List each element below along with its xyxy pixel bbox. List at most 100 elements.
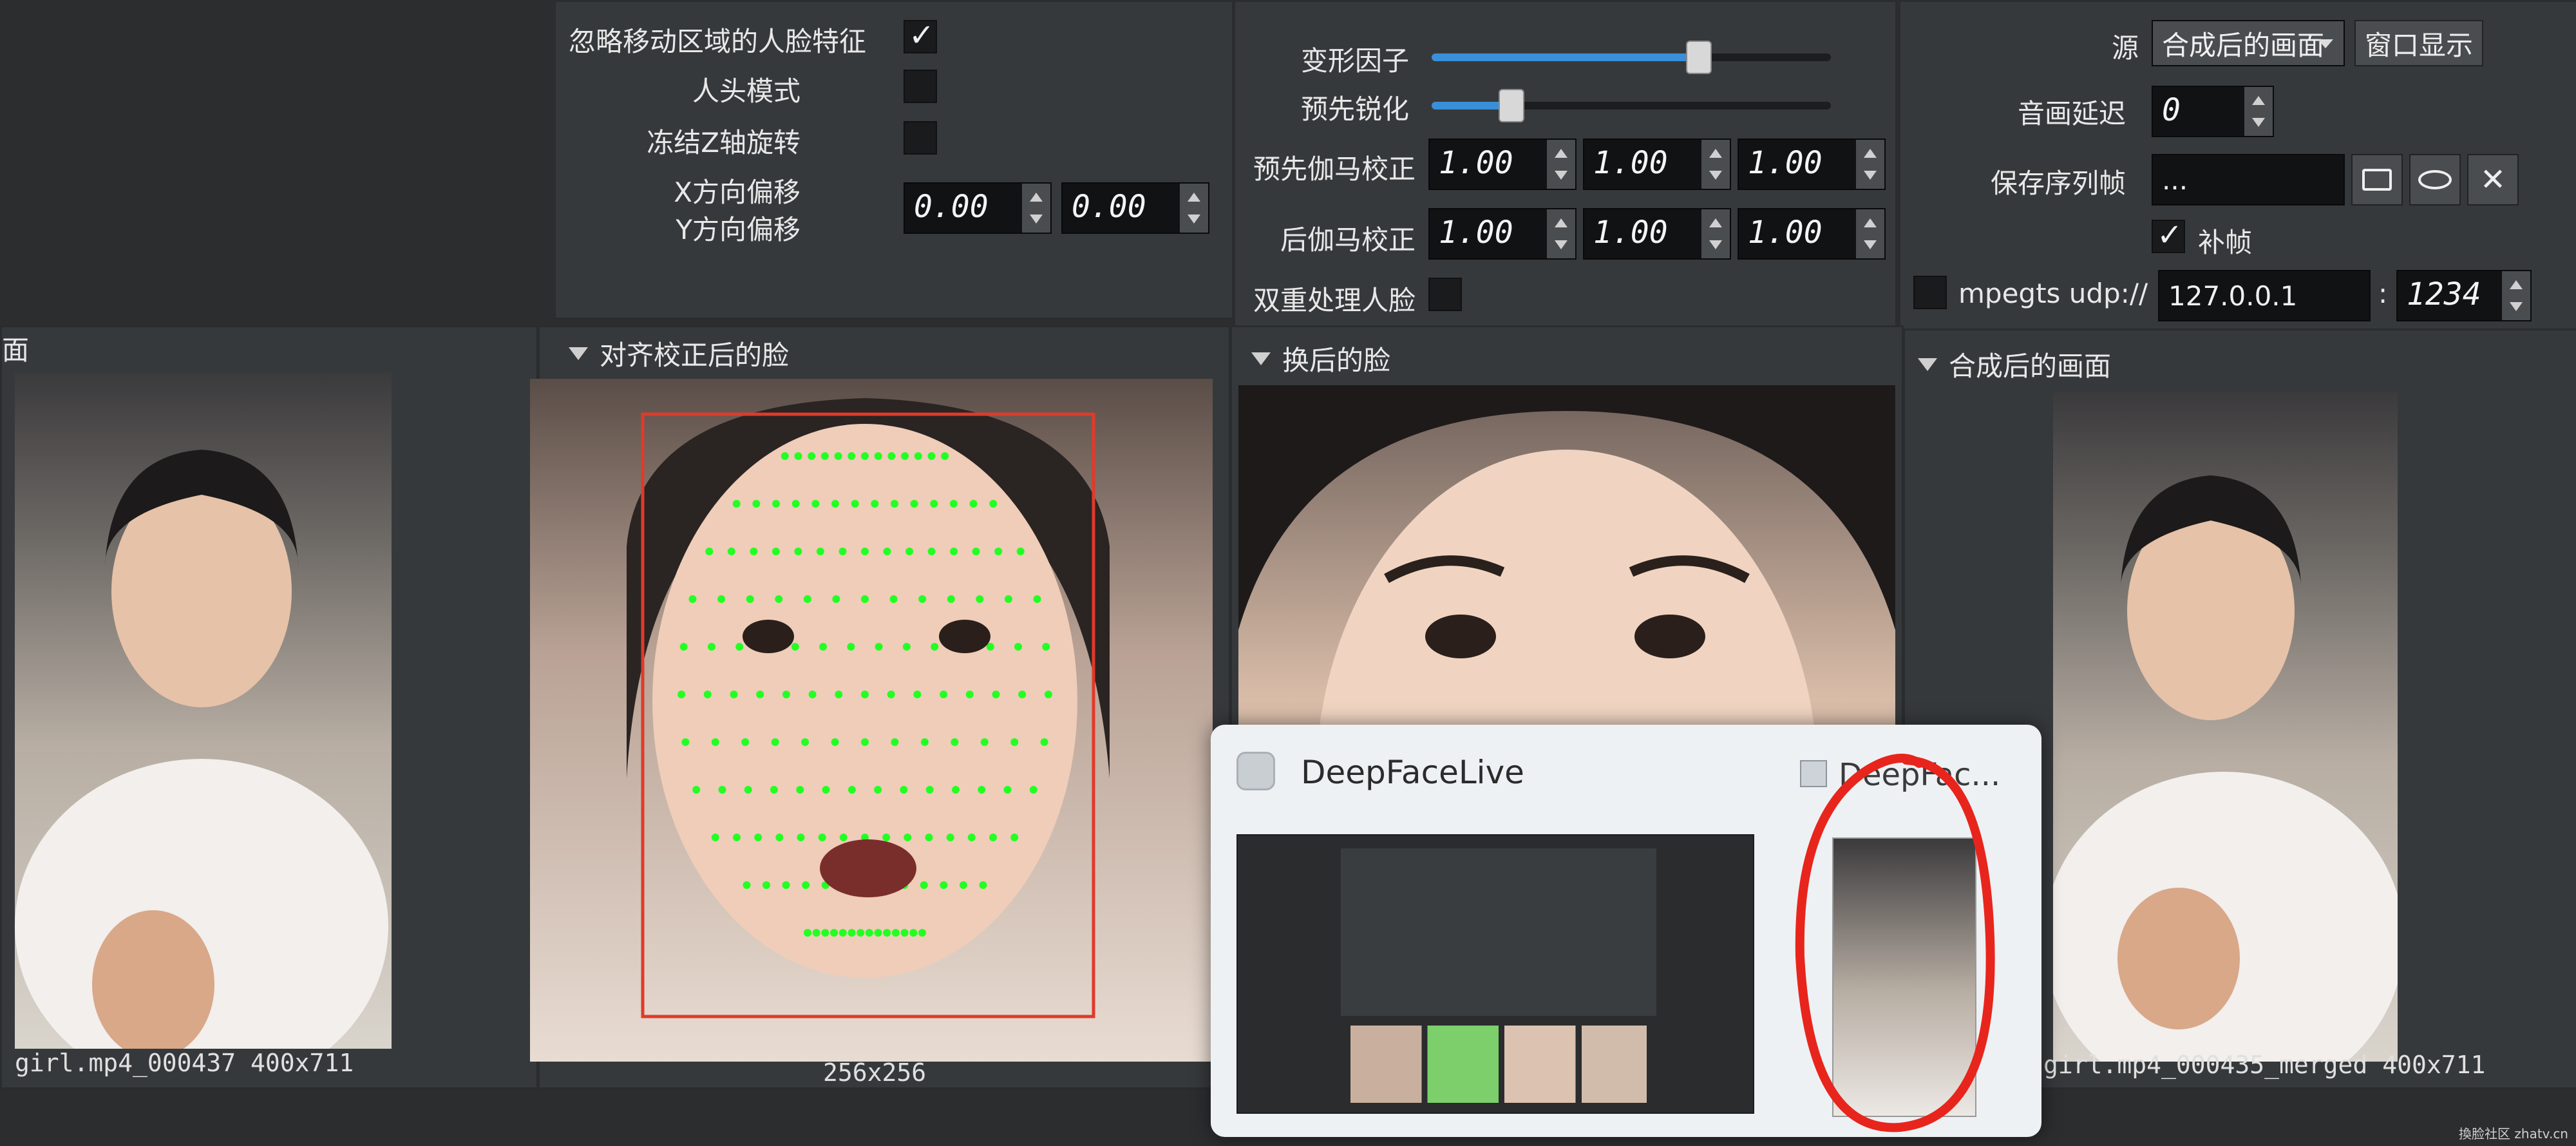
- landmark-point: [772, 500, 781, 508]
- post-gamma-r-arrows[interactable]: [1547, 209, 1575, 258]
- landmark-point: [931, 643, 939, 651]
- folder-icon: [2362, 169, 2392, 191]
- landmark-point: [900, 929, 909, 937]
- clear-path-button[interactable]: ✕: [2467, 154, 2519, 205]
- landmark-point: [946, 834, 954, 841]
- landmark-point: [960, 881, 967, 889]
- source-frame-caption: girl.mp4_000437 400x711: [15, 1049, 354, 1077]
- open-folder-button[interactable]: [2351, 154, 2403, 205]
- post-gamma-b-arrows[interactable]: [1856, 209, 1884, 258]
- x-offset-arrows[interactable]: [1022, 184, 1050, 233]
- presharpen-label: 预先锐化: [1300, 93, 1409, 125]
- presharpen-knob[interactable]: [1499, 89, 1524, 122]
- landmark-point: [992, 691, 1000, 698]
- pre-gamma-label: 预先伽马校正: [1253, 153, 1416, 185]
- pre-gamma-r-spinbox[interactable]: 1.00: [1428, 138, 1577, 190]
- landmark-point: [857, 929, 865, 937]
- landmark-point: [1018, 691, 1027, 698]
- collapse-triangle-icon[interactable]: [569, 347, 588, 360]
- preview-button[interactable]: [2409, 154, 2461, 205]
- collapse-triangle-icon[interactable]: [1918, 358, 1937, 371]
- landmark-point: [1033, 595, 1041, 603]
- pre-gamma-g-arrows[interactable]: [1701, 140, 1730, 189]
- head-mode-label: 人头模式: [692, 75, 800, 107]
- aligned-face-title[interactable]: 对齐校正后的脸: [569, 334, 789, 373]
- ignore-moving-checkbox[interactable]: [904, 17, 937, 53]
- landmark-point: [980, 738, 989, 746]
- y-offset-label: Y方向偏移: [676, 214, 800, 245]
- fill-frames-checkbox[interactable]: [2152, 217, 2185, 253]
- y-offset-spinbox[interactable]: 0.00: [1061, 182, 1209, 234]
- landmark-point: [791, 643, 799, 651]
- landmark-point: [818, 834, 826, 841]
- double-process-label: 双重处理人脸: [1253, 285, 1416, 316]
- post-gamma-g-arrows[interactable]: [1701, 209, 1730, 258]
- thumbnail-frames: [1350, 1026, 1647, 1103]
- save-sequence-path: ...: [2162, 164, 2188, 196]
- pre-gamma-r-arrows[interactable]: [1547, 140, 1575, 189]
- landmark-point: [811, 500, 820, 508]
- av-delay-arrows[interactable]: [2244, 87, 2273, 136]
- landmark-point: [891, 929, 900, 937]
- y-offset-arrows[interactable]: [1180, 184, 1208, 233]
- landmark-point: [754, 834, 762, 841]
- post-gamma-b-spinbox[interactable]: 1.00: [1738, 208, 1886, 260]
- landmark-point: [730, 691, 738, 698]
- landmark-point: [808, 691, 817, 698]
- morph-factor-knob[interactable]: [1686, 41, 1712, 74]
- landmark-point: [1003, 786, 1012, 794]
- landmark-point: [927, 548, 936, 555]
- taskbar-window-preview[interactable]: DeepFaceLive DeepFac...: [1211, 725, 2041, 1137]
- save-sequence-path-field[interactable]: ...: [2152, 154, 2345, 205]
- landmark-point: [796, 786, 804, 794]
- thumbnail-panels: [1341, 848, 1656, 1016]
- landmark-point: [847, 643, 855, 651]
- landmark-point: [718, 786, 726, 794]
- landmark-point: [994, 548, 1003, 555]
- mpegts-checkbox[interactable]: [1913, 276, 1947, 309]
- landmark-point: [950, 548, 958, 555]
- pre-gamma-b-arrows[interactable]: [1856, 140, 1884, 189]
- source-select[interactable]: 合成后的画面: [2152, 20, 2345, 66]
- landmark-point: [711, 738, 719, 746]
- source-frame-title-text: 面: [2, 334, 30, 366]
- freeze-z-checkbox[interactable]: [904, 121, 937, 155]
- pre-gamma-b-spinbox[interactable]: 1.00: [1738, 138, 1886, 190]
- landmark-point: [711, 834, 719, 841]
- x-offset-spinbox[interactable]: 0.00: [904, 182, 1052, 234]
- morph-factor-label: 变形因子: [1300, 45, 1409, 77]
- landmark-point: [822, 786, 830, 794]
- post-gamma-g-spinbox[interactable]: 1.00: [1583, 208, 1731, 260]
- landmark-point: [989, 834, 997, 841]
- landmark-point: [735, 643, 744, 651]
- head-mode-checkbox[interactable]: [904, 70, 937, 103]
- landmark-point: [791, 500, 800, 508]
- stream-output-settings-panel: 源 合成后的画面 窗口显示 音画延迟 0 保存序列帧 ... ✕ 补帧 mpeg…: [1899, 0, 2576, 332]
- merged-title[interactable]: 合成后的画面: [1918, 345, 2111, 384]
- swapped-face-title[interactable]: 换后的脸: [1251, 339, 1390, 378]
- landmark-point: [882, 834, 891, 841]
- source-frame-image: [15, 372, 392, 1049]
- x-offset-value: 0.00: [914, 189, 989, 225]
- presharpen-slider[interactable]: [1432, 89, 1831, 122]
- landmark-point: [930, 500, 938, 508]
- collapse-triangle-icon[interactable]: [1251, 352, 1271, 365]
- window-display-button[interactable]: 窗口显示: [2354, 20, 2483, 66]
- landmark-point: [1044, 691, 1052, 698]
- mpegts-port-arrows[interactable]: [2502, 271, 2530, 320]
- landmark-point: [902, 643, 911, 651]
- av-delay-spinbox[interactable]: 0: [2152, 86, 2274, 137]
- main-window-thumbnail[interactable]: [1236, 834, 1754, 1114]
- landmark-point: [821, 929, 829, 937]
- landmark-point: [909, 929, 918, 937]
- morph-factor-slider[interactable]: [1432, 41, 1831, 74]
- mpegts-host-field[interactable]: 127.0.0.1: [2158, 270, 2371, 321]
- post-gamma-r-spinbox[interactable]: 1.00: [1428, 208, 1577, 260]
- landmark-point: [1010, 834, 1019, 841]
- pre-gamma-g-spinbox[interactable]: 1.00: [1583, 138, 1731, 190]
- merged-caption: girl.mp4_000435_merged 400x711: [2043, 1051, 2486, 1079]
- mpegts-port-spinbox[interactable]: 1234: [2396, 270, 2532, 321]
- double-process-checkbox[interactable]: [1428, 278, 1462, 311]
- landmark-point: [925, 786, 934, 794]
- landmark-point: [940, 691, 948, 698]
